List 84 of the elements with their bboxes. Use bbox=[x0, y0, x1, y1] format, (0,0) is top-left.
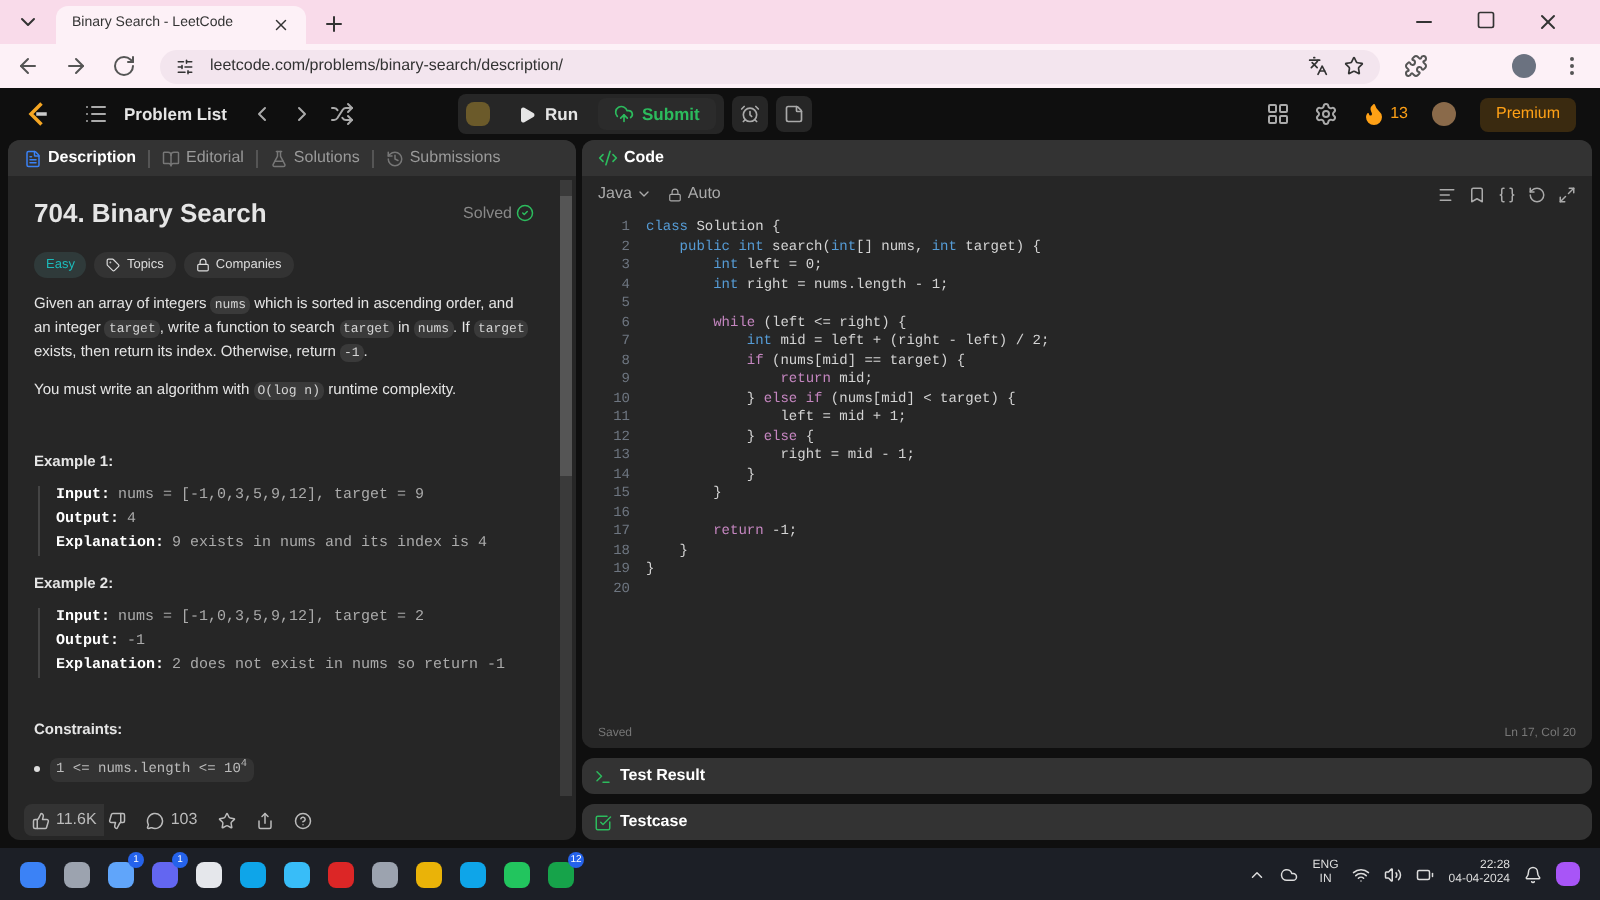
notification-icon[interactable] bbox=[1524, 865, 1542, 883]
alarm-clock-icon bbox=[739, 104, 760, 124]
close-icon[interactable] bbox=[272, 16, 290, 34]
bookmark-icon[interactable] bbox=[1468, 185, 1486, 203]
taskbar-app-icon[interactable] bbox=[240, 861, 266, 887]
lock-icon bbox=[667, 187, 682, 201]
site-settings-icon[interactable] bbox=[176, 57, 194, 75]
run-button[interactable]: Run bbox=[502, 98, 595, 130]
flame-icon bbox=[1362, 102, 1387, 126]
extensions-icon[interactable] bbox=[1404, 54, 1428, 78]
thumbs-up-icon bbox=[32, 811, 50, 829]
braces-icon[interactable] bbox=[1498, 185, 1516, 203]
tab-icon bbox=[162, 149, 181, 167]
panel-tab[interactable]: Editorial bbox=[162, 146, 244, 170]
close-icon[interactable] bbox=[1536, 10, 1560, 34]
tab-icon bbox=[269, 149, 288, 167]
notes-button[interactable] bbox=[775, 96, 812, 132]
bookmark-star-icon[interactable] bbox=[1344, 56, 1364, 76]
reload-icon[interactable] bbox=[112, 54, 136, 78]
back-icon[interactable] bbox=[16, 54, 40, 78]
premium-button[interactable]: Premium bbox=[1479, 97, 1576, 131]
streak-count: 13 bbox=[1390, 102, 1408, 126]
language-select[interactable]: Java bbox=[598, 182, 652, 206]
lock-icon bbox=[195, 257, 210, 272]
scrollbar[interactable] bbox=[560, 180, 572, 796]
comments-button[interactable]: 103 bbox=[146, 808, 198, 832]
bullet-icon bbox=[34, 766, 40, 773]
solved-status: Solved bbox=[463, 201, 512, 226]
timer-button[interactable] bbox=[731, 96, 768, 132]
tab-icon bbox=[24, 149, 42, 167]
terminal-icon bbox=[594, 767, 612, 785]
chevron-down-icon bbox=[635, 186, 652, 202]
new-tab-icon[interactable] bbox=[322, 12, 346, 36]
profile-avatar[interactable] bbox=[1512, 54, 1536, 78]
check-icon bbox=[516, 204, 534, 223]
panel-tab[interactable]: Description bbox=[24, 146, 137, 170]
panel-title: Code bbox=[624, 146, 664, 170]
layout-icon[interactable] bbox=[1266, 102, 1291, 126]
taskbar-app-icon[interactable] bbox=[284, 861, 310, 887]
address-bar[interactable]: leetcode.com/problems/binary-search/description/ bbox=[160, 49, 1380, 83]
panel-tab[interactable]: Solutions bbox=[269, 146, 360, 170]
expand-icon[interactable] bbox=[1558, 185, 1576, 203]
maximize-icon[interactable] bbox=[1476, 10, 1496, 30]
battery-icon[interactable] bbox=[1416, 865, 1435, 883]
taskbar-app-icon[interactable] bbox=[460, 861, 486, 887]
tab-icon bbox=[385, 149, 404, 167]
problem-list-link[interactable]: Problem List bbox=[124, 101, 227, 127]
collapsed-panel[interactable]: Test Result bbox=[582, 758, 1592, 794]
mode-label[interactable]: Auto bbox=[687, 182, 721, 206]
taskbar-app-icon[interactable] bbox=[504, 861, 530, 887]
forward-icon[interactable] bbox=[64, 54, 88, 78]
logo-icon[interactable] bbox=[24, 100, 52, 128]
code-icon bbox=[598, 148, 618, 168]
checkbox-icon bbox=[594, 813, 612, 831]
collapsed-panel[interactable]: Testcase bbox=[582, 804, 1592, 840]
translate-icon[interactable] bbox=[1308, 56, 1328, 76]
problem-title: 704. Binary Search bbox=[34, 196, 267, 232]
format-icon[interactable] bbox=[1438, 185, 1456, 203]
taskbar-app-icon[interactable] bbox=[372, 861, 398, 887]
play-icon bbox=[518, 105, 537, 123]
reset-icon[interactable] bbox=[1528, 185, 1546, 203]
settings-icon[interactable] bbox=[1314, 102, 1339, 126]
taskbar-app-icon[interactable] bbox=[416, 861, 442, 887]
wifi-icon[interactable] bbox=[1352, 865, 1371, 883]
panel-title: Test Result bbox=[620, 764, 706, 788]
cloud-icon[interactable] bbox=[1280, 865, 1299, 883]
taskbar-app-icon[interactable] bbox=[108, 861, 134, 887]
submit-button[interactable]: Submit bbox=[598, 98, 716, 130]
comment-icon bbox=[146, 811, 165, 829]
volume-icon[interactable] bbox=[1384, 865, 1403, 883]
note-icon bbox=[783, 104, 804, 124]
favorite-icon[interactable] bbox=[217, 811, 236, 829]
help-icon[interactable] bbox=[293, 811, 312, 829]
user-avatar[interactable] bbox=[1431, 102, 1456, 126]
like-button[interactable]: 11.6K bbox=[24, 804, 105, 836]
share-icon[interactable] bbox=[255, 811, 274, 829]
shuffle-icon[interactable] bbox=[330, 102, 355, 126]
panel-title: Testcase bbox=[620, 810, 688, 834]
tag-icon bbox=[106, 257, 121, 272]
panel-tab[interactable]: Submissions bbox=[385, 146, 501, 170]
taskbar-app-icon[interactable] bbox=[64, 861, 90, 887]
dislike-icon[interactable] bbox=[108, 811, 127, 829]
cloud-upload-icon bbox=[614, 104, 635, 124]
taskbar-app-icon[interactable] bbox=[196, 861, 222, 887]
